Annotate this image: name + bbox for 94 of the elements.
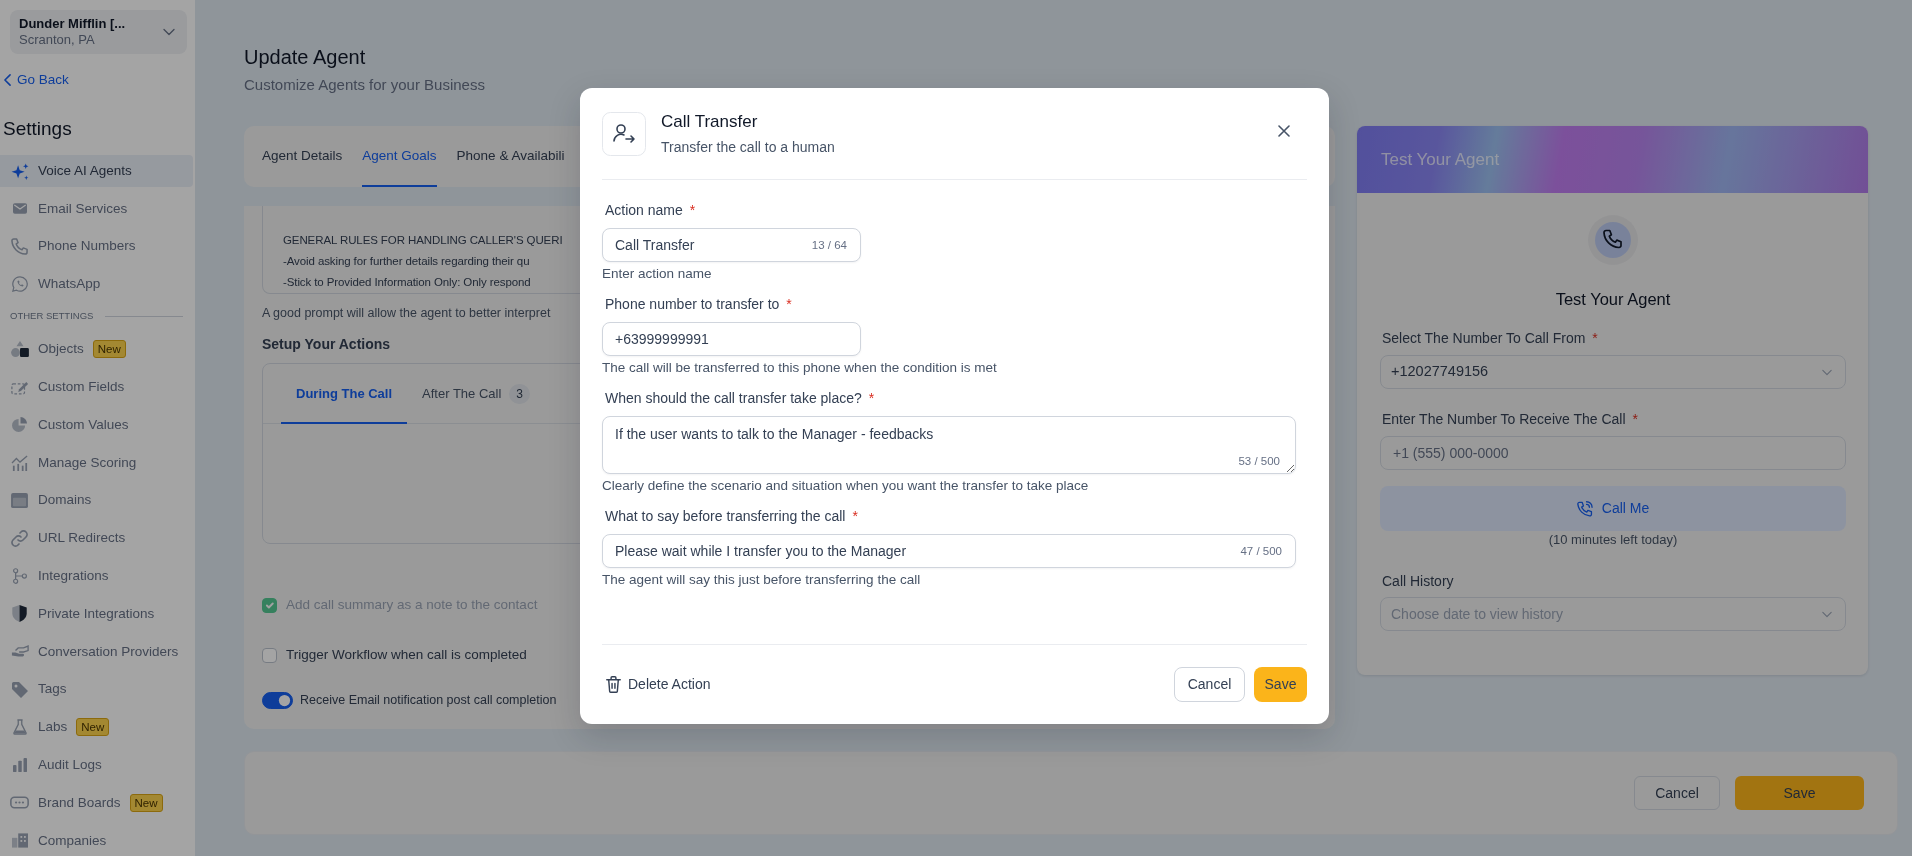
browser-window-icon xyxy=(11,493,28,509)
character-counter: 53 / 500 xyxy=(1238,454,1280,468)
sidebar-item[interactable]: Custom Values xyxy=(0,409,193,441)
shield-icon xyxy=(12,605,27,623)
panel-title: Test Your Agent xyxy=(1555,289,1671,309)
chevron-down-icon xyxy=(1822,368,1832,376)
sidebar-item[interactable]: URL Redirects xyxy=(0,522,193,555)
trash-icon xyxy=(606,676,621,693)
ellipsis-box-icon xyxy=(10,796,29,810)
sidebar-item[interactable]: Private Integrations xyxy=(0,597,193,630)
sidebar-item[interactable]: Voice AI Agents xyxy=(0,155,193,187)
sidebar-item[interactable]: Objects New xyxy=(0,333,193,366)
sidebar-item[interactable]: Custom Fields xyxy=(0,371,193,404)
help-text: Clearly define the scenario and situation when you want the transfer to take place xyxy=(602,477,1089,495)
character-counter: 13 / 64 xyxy=(811,238,847,252)
field-label: Phone number to transfer to * xyxy=(604,295,792,314)
dialog-subtitle: Transfer the call to a human xyxy=(661,138,835,157)
sidebar-item[interactable]: Phone Numbers xyxy=(0,230,193,263)
count-badge: 3 xyxy=(509,384,530,404)
close-button[interactable] xyxy=(1278,125,1290,137)
sidebar-item[interactable]: WhatsApp xyxy=(0,268,193,301)
sidebar-item[interactable]: Brand Boards New xyxy=(0,786,193,819)
page-title: Update Agent xyxy=(244,45,366,69)
delete-button[interactable]: Delete Action xyxy=(602,674,715,695)
action-tab[interactable]: After The Call 3 xyxy=(407,364,545,424)
chat-bubble-icon xyxy=(11,276,28,293)
chevron-down-icon xyxy=(1822,610,1832,618)
field-label: Enter The Number To Receive The Call * xyxy=(1381,410,1639,429)
sparkle-icon xyxy=(10,162,29,180)
location-switcher[interactable]: Dunder Mifflin [... Scranton, PA xyxy=(10,10,187,54)
action-tab[interactable]: During The Call xyxy=(281,364,408,424)
building-icon xyxy=(11,833,28,849)
call-button[interactable]: Call Me xyxy=(1380,486,1846,531)
option-label: Trigger Workflow when call is completed xyxy=(286,645,527,664)
tab[interactable]: Agent Goals xyxy=(362,126,437,187)
chevron-left-icon xyxy=(4,74,11,86)
option-checkbox[interactable] xyxy=(262,647,277,663)
tab[interactable]: Phone & Availabili xyxy=(456,126,565,187)
settings-heading: Settings xyxy=(3,118,72,140)
field-label: Select The Number To Call From * xyxy=(1381,329,1598,348)
close-icon xyxy=(1278,125,1290,137)
go-back-link[interactable]: Go Back xyxy=(4,70,69,90)
cancel-button[interactable]: Cancel xyxy=(1174,667,1245,702)
phone-call-icon xyxy=(1576,500,1593,517)
feature-badge: New xyxy=(92,340,126,359)
chevron-down-icon xyxy=(163,28,175,36)
field-label: When should the call transfer take place? * xyxy=(604,389,875,408)
field-label: What to say before transferring the call * xyxy=(604,507,858,526)
phone-input[interactable]: +1 (555) 000-0000 xyxy=(1380,436,1846,470)
dialog-title: Call Transfer xyxy=(661,111,758,133)
field-label: Call History xyxy=(1381,572,1454,591)
prompt-hint: A good prompt will allow the agent to better interpret xyxy=(262,305,551,322)
tag-icon xyxy=(11,681,28,698)
section-label: OTHER SETTINGS xyxy=(10,309,94,324)
option-toggle[interactable] xyxy=(262,691,293,709)
sidebar-item[interactable]: Labs New xyxy=(0,711,193,744)
character-counter: 47 / 500 xyxy=(1240,544,1282,558)
sidebar-item[interactable]: Audit Logs xyxy=(0,749,193,782)
bar-chart-icon xyxy=(12,758,27,773)
envelope-icon xyxy=(12,203,27,215)
minutes-note: (10 minutes left today) xyxy=(1548,531,1678,549)
history-select[interactable]: Choose date to view history xyxy=(1380,597,1846,631)
link-icon xyxy=(11,529,28,547)
pie-chart-icon xyxy=(11,417,28,433)
phone-icon xyxy=(11,238,28,256)
sidebar-item[interactable]: Companies xyxy=(0,824,193,856)
field-label: Action name * xyxy=(604,201,696,220)
sidebar-item[interactable]: Tags xyxy=(0,673,193,706)
page-subtitle: Customize Agents for your Business xyxy=(244,75,485,95)
sidebar-item[interactable]: Domains xyxy=(0,484,193,517)
trend-chart-icon xyxy=(10,454,29,471)
sidebar-item[interactable]: Integrations xyxy=(0,560,193,593)
help-text: The agent will say this just before transferring the call xyxy=(602,571,921,589)
sidebar-item[interactable]: Manage Scoring xyxy=(0,446,193,479)
feature-badge: New xyxy=(76,718,110,737)
number-select[interactable]: +12027749156 xyxy=(1380,355,1846,389)
help-text: Enter action name xyxy=(602,265,712,283)
flask-icon xyxy=(12,719,27,736)
tab[interactable]: Agent Details xyxy=(262,126,343,187)
text-field[interactable]: +63999999991 xyxy=(602,322,861,356)
option-label: Receive Email notification post call completion xyxy=(300,691,557,709)
branch-nodes-icon xyxy=(12,568,27,585)
cancel-button[interactable]: Cancel xyxy=(1634,776,1720,810)
sidebar-item[interactable]: Email Services xyxy=(0,192,193,225)
pencil-field-icon xyxy=(10,379,29,395)
save-button[interactable]: Save xyxy=(1735,776,1864,810)
help-text: The call will be transferred to this phone when the condition is met xyxy=(602,359,997,377)
save-button[interactable]: Save xyxy=(1254,667,1307,702)
feature-badge: New xyxy=(129,793,163,812)
shapes-icon xyxy=(10,341,29,358)
sidebar-item[interactable]: Conversation Providers xyxy=(0,635,193,668)
section-title: Setup Your Actions xyxy=(262,335,391,354)
phone-icon xyxy=(1588,215,1638,265)
hand-icon xyxy=(10,645,29,659)
